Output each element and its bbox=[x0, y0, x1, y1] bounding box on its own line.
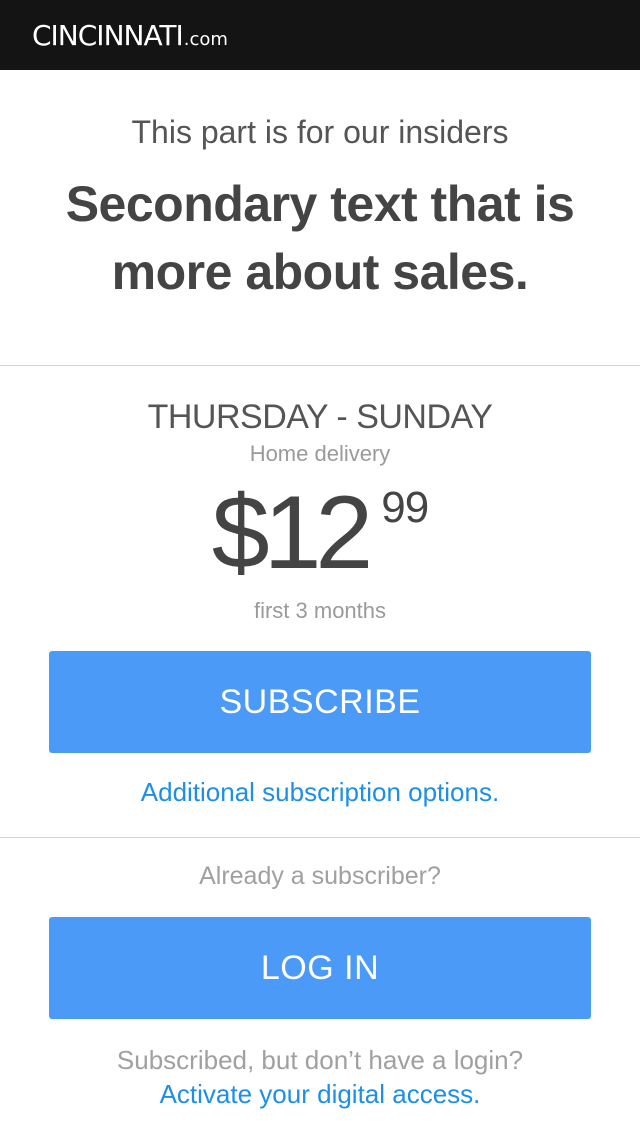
subscribe-button[interactable]: SUBSCRIBE bbox=[49, 651, 591, 753]
hero-title: Secondary text that is more about sales. bbox=[65, 176, 575, 300]
plan-days: THURSDAY - SUNDAY bbox=[147, 398, 493, 436]
price-term: first 3 months bbox=[253, 598, 387, 623]
section-divider bbox=[0, 365, 640, 366]
logo-wordmark: CINCINNATI bbox=[32, 18, 184, 52]
login-button[interactable]: LOG IN bbox=[49, 917, 591, 1019]
price: $12 99 bbox=[0, 478, 640, 588]
logo-suffix: .com bbox=[183, 28, 228, 50]
hero-section: This part is for our insiders Secondary … bbox=[0, 70, 640, 365]
site-logo[interactable]: CINCINNATI .com bbox=[32, 19, 228, 52]
price-dollars: $12 bbox=[211, 475, 374, 591]
hero-kicker: This part is for our insiders bbox=[131, 114, 509, 150]
section-divider bbox=[0, 837, 640, 838]
activate-digital-access-link[interactable]: Activate your digital access. bbox=[0, 1079, 640, 1110]
price-cents: 99 bbox=[381, 483, 429, 532]
no-login-text: Subscribed, but don’t have a login? bbox=[116, 1045, 524, 1075]
subscriber-prompt: Already a subscriber? bbox=[199, 862, 441, 890]
top-bar: CINCINNATI .com bbox=[0, 0, 640, 70]
plan-type: Home delivery bbox=[249, 441, 391, 466]
additional-options-link[interactable]: Additional subscription options. bbox=[0, 777, 640, 808]
